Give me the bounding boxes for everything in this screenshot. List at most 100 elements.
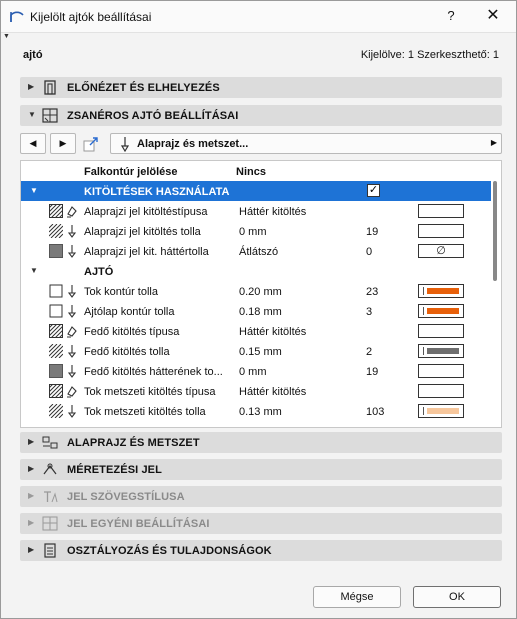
fill-bucket-icon [67, 206, 77, 218]
param-row[interactable]: Ajtólap kontúr tolla 0.18 mm 3 [21, 301, 491, 321]
transparent-swatch[interactable]: ∅ [418, 244, 464, 258]
param-row[interactable]: Fedő kitöltés hátterének to... 0 mm 19 [21, 361, 491, 381]
empty-set-icon: ∅ [436, 245, 446, 257]
collapse-arrow-icon[interactable]: ▼ [30, 266, 38, 275]
collapse-arrow-icon[interactable]: ▼ [28, 110, 36, 119]
chevron-right-icon: ▶ [490, 138, 497, 147]
collapse-arrow-icon[interactable]: ▼ [30, 186, 38, 195]
previous-page-button[interactable]: ◀ [20, 133, 46, 154]
param-value[interactable]: 0.15 mm [239, 346, 282, 358]
expand-arrow-icon[interactable]: ▶ [28, 518, 34, 527]
section-hinged-door[interactable]: ▼ ZSANÉROS AJTÓ BEÁLLÍTÁSAI [20, 105, 502, 126]
param-value[interactable]: 0.20 mm [239, 286, 282, 298]
param-row[interactable]: Tok metszeti kitöltés típusa Háttér kitö… [21, 381, 491, 401]
section-marker-custom[interactable]: ▶ JEL EGYÉNI BEÁLLÍTÁSAI [20, 513, 502, 534]
section-label: OSZTÁLYOZÁS ÉS TULAJDONSÁGOK [67, 545, 272, 557]
param-name: Alaprajzi jel kit. háttértolla [84, 246, 209, 258]
expand-arrow-icon[interactable]: ▶ [28, 545, 34, 554]
section-preview[interactable]: ▶ ELŐNÉZET ÉS ELHELYEZÉS [20, 77, 502, 98]
list-header: Falkontúr jelölése Nincs [21, 161, 501, 181]
param-name: Tok metszeti kitöltés típusa [84, 386, 216, 398]
section-dimension-marker[interactable]: ▶ MÉRETEZÉSI JEL [20, 459, 502, 480]
group-title: AJTÓ [84, 266, 114, 278]
param-value[interactable]: 0.18 mm [239, 306, 282, 318]
param-row[interactable]: Tok metszeti kitöltés tolla 0.13 mm 103 [21, 401, 491, 421]
group-title: KITÖLTÉSEK HASZNÁLATA [84, 186, 230, 198]
param-name: Alaprajzi jel kitöltés tolla [84, 226, 201, 238]
title-bar: Kijelölt ajtók beállításai ? ✕ [1, 1, 516, 33]
pen-swatch[interactable] [418, 284, 464, 298]
next-page-button[interactable]: ▶ [50, 133, 76, 154]
param-row[interactable]: Tok kontúr tolla 0.20 mm 23 [21, 281, 491, 301]
fill-swatch[interactable] [418, 384, 464, 398]
expand-arrow-icon[interactable]: ▶ [28, 437, 34, 446]
param-value[interactable]: 0.13 mm [239, 406, 282, 418]
pen-swatch[interactable] [418, 304, 464, 318]
param-value[interactable]: Háttér kitöltés [239, 386, 306, 398]
door-settings-icon [42, 108, 58, 123]
list-scrollbar[interactable] [492, 181, 498, 427]
param-row[interactable]: Alaprajzi jel kit. háttértolla Átlátszó … [21, 241, 491, 261]
expand-arrow-icon[interactable]: ▶ [28, 464, 34, 473]
page-selector[interactable]: Alaprajz és metszet... ▶ [110, 133, 502, 154]
param-value[interactable]: 0 mm [239, 226, 267, 238]
param-value[interactable]: Átlátszó [239, 246, 278, 258]
wall-contour-value[interactable]: Nincs [236, 166, 266, 178]
pen-swatch[interactable] [418, 344, 464, 358]
pen-icon [67, 405, 77, 418]
hatch-fill-icon [49, 204, 63, 218]
pen-number[interactable]: 103 [366, 406, 384, 418]
close-button[interactable]: ✕ [483, 6, 503, 26]
use-fills-checkbox[interactable]: ✓ [367, 184, 380, 197]
param-name: Tok kontúr tolla [84, 286, 158, 298]
door-settings-dialog: Kijelölt ajtók beállításai ? ✕ ▼ ajtó Ki… [0, 0, 517, 619]
param-row[interactable]: Alaprajzi jel kitöltéstípusa Háttér kitö… [21, 201, 491, 221]
section-classification[interactable]: ▶ OSZTÁLYOZÁS ÉS TULAJDONSÁGOK [20, 540, 502, 561]
pen-number[interactable]: 2 [366, 346, 372, 358]
pen-icon [67, 245, 77, 258]
collapse-arrow-icon[interactable]: ▼ [3, 33, 10, 40]
param-value[interactable]: Háttér kitöltés [239, 206, 306, 218]
pen-number[interactable]: 19 [366, 366, 378, 378]
expand-arrow-icon[interactable]: ▶ [28, 491, 34, 500]
group-row-door[interactable]: ▼ AJTÓ [21, 261, 491, 281]
window-title: Kijelölt ajtók beállításai [30, 10, 152, 24]
pen-number[interactable]: 19 [366, 226, 378, 238]
hatch-pen-icon [49, 224, 63, 238]
pen-icon [67, 365, 77, 378]
pen-swatch[interactable] [418, 404, 464, 418]
scrollbar-thumb[interactable] [493, 181, 497, 281]
param-row[interactable]: Fedő kitöltés típusa Háttér kitöltés [21, 321, 491, 341]
hatch-fill-icon [49, 384, 63, 398]
pen-icon [67, 345, 77, 358]
pen-swatch[interactable] [418, 224, 464, 238]
text-style-icon [44, 491, 58, 503]
pen-swatch[interactable] [418, 364, 464, 378]
page-selector-label: Alaprajz és metszet... [137, 138, 249, 150]
group-row-fills[interactable]: ▼ KITÖLTÉSEK HASZNÁLATA ✓ [21, 181, 491, 201]
empty-square-icon [49, 284, 63, 298]
param-name: Fedő kitöltés tolla [84, 346, 170, 358]
cancel-button[interactable]: Mégse [313, 586, 401, 608]
fill-swatch[interactable] [418, 324, 464, 338]
param-row[interactable]: Fedő kitöltés tolla 0.15 mm 2 [21, 341, 491, 361]
param-value[interactable]: Háttér kitöltés [239, 326, 306, 338]
custom-settings-icon [42, 516, 58, 531]
section-marker-text-style[interactable]: ▶ JEL SZÖVEGSTÍLUSA [20, 486, 502, 507]
expand-arrow-icon[interactable]: ▶ [28, 82, 34, 91]
ok-button[interactable]: OK [413, 586, 501, 608]
parameter-toolbar: ◀ ▶ Alaprajz és metszet... ▶ [20, 132, 502, 156]
element-name: ajtó [23, 49, 43, 61]
pen-number[interactable]: 23 [366, 286, 378, 298]
section-plan-and-section[interactable]: ▶ ALAPRAJZ ÉS METSZET [20, 432, 502, 453]
pen-icon [120, 137, 130, 152]
param-value[interactable]: 0 mm [239, 366, 267, 378]
pen-icon [67, 225, 77, 238]
pen-number[interactable]: 3 [366, 306, 372, 318]
param-row[interactable]: Alaprajzi jel kitöltés tolla 0 mm 19 [21, 221, 491, 241]
pen-number[interactable]: 0 [366, 246, 372, 258]
fill-swatch[interactable] [418, 204, 464, 218]
param-name: Ajtólap kontúr tolla [84, 306, 175, 318]
help-button[interactable]: ? [441, 6, 461, 26]
export-icon[interactable] [82, 135, 100, 153]
